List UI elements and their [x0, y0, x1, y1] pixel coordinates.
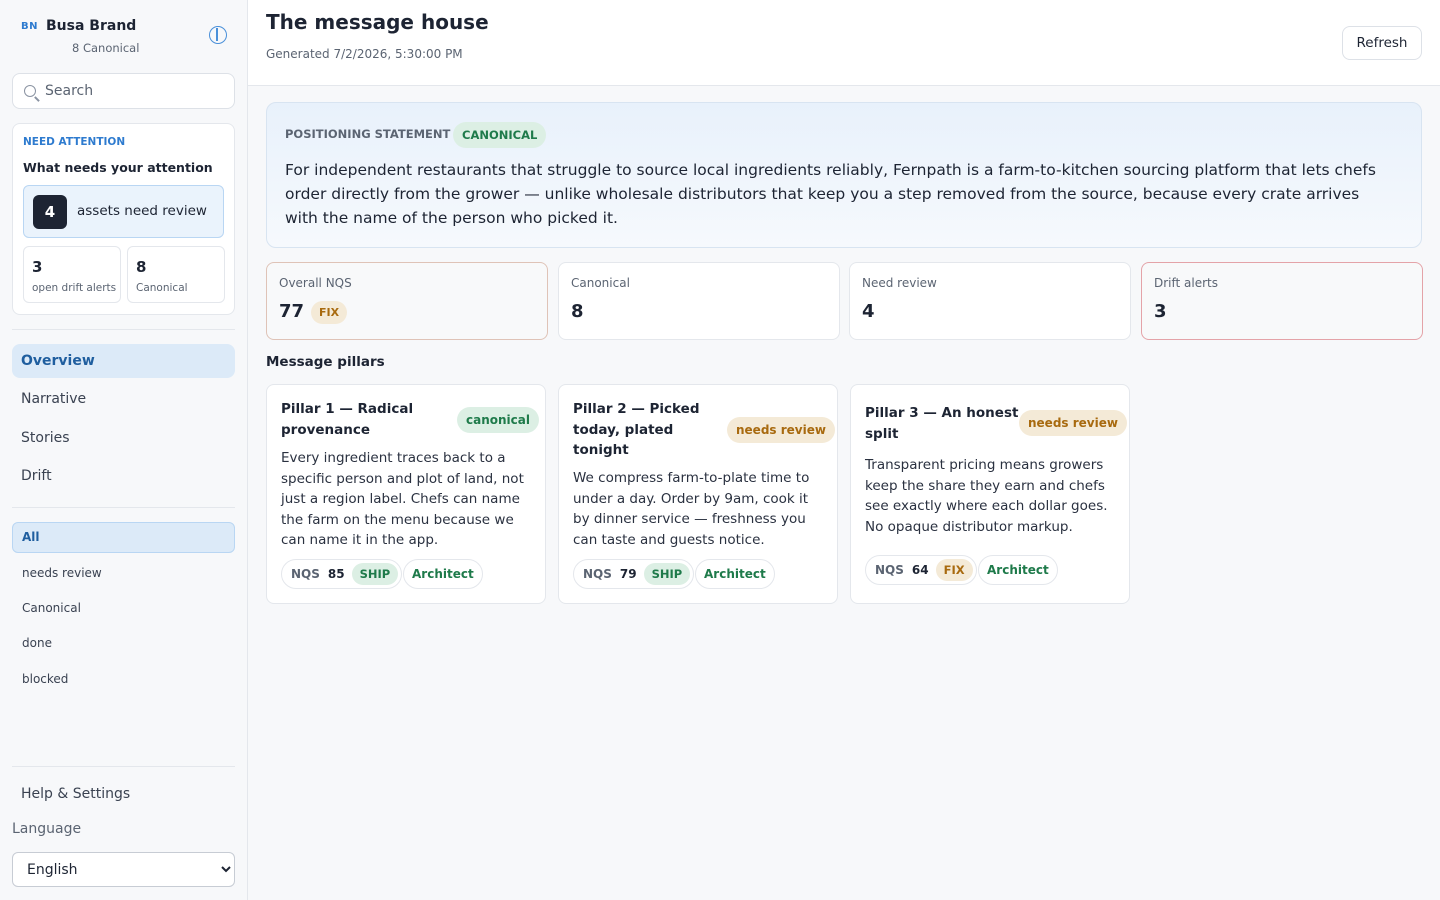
- filter-canonical[interactable]: Canonical: [12, 593, 235, 624]
- kpi-overall-nqs: Overall NQS 77 FIX: [266, 262, 548, 340]
- search-input[interactable]: [45, 80, 225, 102]
- filter-done[interactable]: done: [12, 628, 235, 659]
- pillar-status-badge: canonical: [457, 407, 539, 433]
- drift-alerts-card[interactable]: 3 open drift alerts: [23, 246, 121, 303]
- positioning-kicker: POSITIONING STATEMENT: [285, 127, 451, 141]
- pillar-title: Pillar 3 — An honest split: [865, 405, 1019, 442]
- nqs-chip: NQS 64 FIX: [865, 555, 977, 585]
- drift-label: open drift alerts: [32, 282, 117, 294]
- page-title: The message house: [266, 10, 489, 34]
- nav-stories[interactable]: Stories: [12, 421, 235, 455]
- language-select[interactable]: English: [12, 852, 235, 887]
- page-header: The message house Generated 7/2/2026, 5:…: [248, 0, 1440, 86]
- positioning-text: For independent restaurants that struggl…: [285, 161, 1376, 227]
- pillars-heading: Message pillars: [266, 354, 385, 370]
- kpi-label: Need review: [862, 276, 937, 290]
- role-chip: Architect: [978, 555, 1058, 585]
- kpi-label: Canonical: [571, 276, 630, 290]
- nqs-verdict-badge: SHIP: [351, 563, 399, 585]
- pillar-card[interactable]: Pillar 2 — Picked today, plated tonight …: [558, 384, 838, 604]
- nav-narrative[interactable]: Narrative: [12, 382, 235, 416]
- nqs-label: NQS: [875, 563, 904, 577]
- kpi-status-badge: FIX: [311, 301, 348, 324]
- generated-timestamp: Generated 7/2/2026, 5:30:00 PM: [266, 47, 463, 61]
- nqs-verdict-badge: FIX: [935, 559, 973, 581]
- nav-drift[interactable]: Drift: [12, 459, 235, 493]
- sidebar: BN Busa Brand 8 Canonical NEED ATTENTION…: [0, 0, 248, 900]
- role-chip: Architect: [695, 559, 775, 589]
- divider: [12, 766, 235, 767]
- nqs-label: NQS: [583, 567, 612, 581]
- kpi-label: Drift alerts: [1154, 276, 1219, 290]
- search-icon: [24, 85, 36, 97]
- pillar-card[interactable]: Pillar 3 — An honest split needs review …: [850, 384, 1130, 604]
- drift-count: 3: [32, 258, 43, 276]
- kpi-value: 8: [571, 301, 584, 322]
- filter-blocked[interactable]: blocked: [12, 664, 235, 695]
- pillar-title: Pillar 1 — Radical provenance: [281, 401, 414, 438]
- kpi-value: 77: [279, 301, 305, 322]
- kpi-canonical: Canonical 8: [558, 262, 840, 340]
- pillar-status-badge: needs review: [727, 417, 835, 443]
- nqs-score: 79: [619, 567, 637, 581]
- role-chip: Architect: [403, 559, 483, 589]
- review-label: assets need review: [77, 203, 207, 219]
- nqs-verdict-badge: SHIP: [643, 563, 691, 585]
- attention-kicker: NEED ATTENTION: [23, 136, 126, 148]
- kpi-drift-alerts: Drift alerts 3: [1141, 262, 1423, 340]
- refresh-button[interactable]: Refresh: [1342, 26, 1422, 60]
- pillar-description: We compress farm-to-plate time to under …: [573, 470, 810, 548]
- nav-overview[interactable]: Overview: [12, 344, 235, 378]
- divider: [12, 329, 235, 330]
- kpi-value: 4: [862, 301, 875, 322]
- canonical-count: 8: [136, 258, 147, 276]
- canonical-label: Canonical: [136, 282, 188, 294]
- positioning-statement-card: POSITIONING STATEMENT CANONICAL For inde…: [266, 102, 1422, 248]
- nqs-chip: NQS 79 SHIP: [573, 559, 695, 589]
- attention-panel: NEED ATTENTION What needs your attention…: [12, 123, 235, 315]
- filter-all[interactable]: All: [12, 522, 235, 553]
- nqs-label: NQS: [291, 567, 320, 581]
- review-assets-card[interactable]: 4 assets need review: [23, 185, 224, 238]
- pillar-description: Every ingredient traces back to a specif…: [281, 450, 524, 548]
- brand-subtitle: 8 Canonical: [72, 41, 140, 55]
- nqs-score: 64: [911, 563, 929, 577]
- attention-title: What needs your attention: [23, 160, 213, 175]
- kpi-value: 3: [1154, 301, 1167, 322]
- filter-needs-review[interactable]: needs review: [12, 558, 235, 589]
- search-box: [12, 73, 235, 109]
- kpi-label: Overall NQS: [279, 276, 352, 290]
- review-count: 4: [33, 195, 67, 229]
- sidebar-toggle-icon[interactable]: [209, 26, 227, 44]
- pillar-title: Pillar 2 — Picked today, plated tonight: [573, 401, 700, 458]
- brand-header: BN Busa Brand 8 Canonical: [20, 16, 240, 60]
- positioning-status-badge: CANONICAL: [453, 122, 547, 148]
- nqs-score: 85: [327, 567, 345, 581]
- kpi-need-review: Need review 4: [849, 262, 1131, 340]
- pillar-description: Transparent pricing means growers keep t…: [865, 457, 1108, 535]
- pillar-status-badge: needs review: [1019, 410, 1127, 436]
- language-label: Language: [12, 821, 82, 837]
- help-settings-link[interactable]: Help & Settings: [21, 786, 130, 802]
- nqs-chip: NQS 85 SHIP: [281, 559, 403, 589]
- brand-logo: BN: [21, 21, 38, 32]
- brand-name: Busa Brand: [46, 18, 137, 34]
- canonical-card[interactable]: 8 Canonical: [127, 246, 225, 303]
- pillar-card[interactable]: Pillar 1 — Radical provenance canonical …: [266, 384, 546, 604]
- divider: [12, 507, 235, 508]
